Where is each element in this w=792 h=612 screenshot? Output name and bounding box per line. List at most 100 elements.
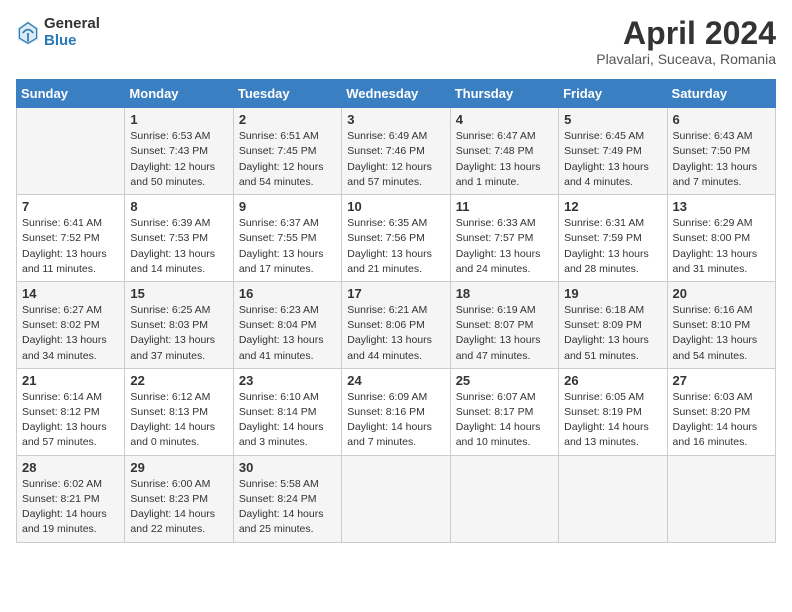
day-info: Sunrise: 5:58 AMSunset: 8:24 PMDaylight:… <box>239 477 336 538</box>
day-info: Sunrise: 6:21 AMSunset: 8:06 PMDaylight:… <box>347 303 444 364</box>
calendar-subtitle: Plavalari, Suceava, Romania <box>596 51 776 67</box>
calendar-cell: 16Sunrise: 6:23 AMSunset: 8:04 PMDayligh… <box>233 281 341 368</box>
calendar-cell: 3Sunrise: 6:49 AMSunset: 7:46 PMDaylight… <box>342 108 450 195</box>
day-number: 17 <box>347 286 444 301</box>
calendar-cell: 29 Sunrise: 6:00 AMSunset: 8:23 PMDayligh… <box>125 455 233 542</box>
week-row-2: 7 Sunrise: 6:41 AMSunset: 7:52 PMDaylight… <box>17 195 776 282</box>
day-info: Sunrise: 6:45 AMSunset: 7:49 PMDaylight:… <box>564 129 661 190</box>
calendar-cell: 25Sunrise: 6:07 AMSunset: 8:17 PMDayligh… <box>450 368 558 455</box>
calendar-cell: 18 Sunrise: 6:19 AMSunset: 8:07 PMDayligh… <box>450 281 558 368</box>
calendar-cell: 27 Sunrise: 6:03 AMSunset: 8:20 PMDayligh… <box>667 368 775 455</box>
day-info: Sunrise: 6:47 AMSunset: 7:48 PMDaylight:… <box>456 129 553 190</box>
day-number: 18 <box>456 286 553 301</box>
calendar-cell: 21 Sunrise: 6:14 AMSunset: 8:12 PMDayligh… <box>17 368 125 455</box>
day-number: 13 <box>673 199 770 214</box>
calendar-cell: 5 Sunrise: 6:45 AMSunset: 7:49 PMDaylight… <box>559 108 667 195</box>
day-number: 29 <box>130 460 227 475</box>
day-info: Sunrise: 6:35 AMSunset: 7:56 PMDaylight:… <box>347 216 444 277</box>
calendar-cell: 19 Sunrise: 6:18 AMSunset: 8:09 PMDayligh… <box>559 281 667 368</box>
day-info: Sunrise: 6:33 AMSunset: 7:57 PMDaylight:… <box>456 216 553 277</box>
day-number: 8 <box>130 199 227 214</box>
day-info: Sunrise: 6:00 AMSunset: 8:23 PMDaylight:… <box>130 477 227 538</box>
day-info: Sunrise: 6:12 AMSunset: 8:13 PMDaylight:… <box>130 390 227 451</box>
logo-text: General Blue <box>44 16 100 49</box>
week-row-3: 14Sunrise: 6:27 AMSunset: 8:02 PMDayligh… <box>17 281 776 368</box>
day-header-wednesday: Wednesday <box>342 80 450 108</box>
calendar-cell: 2Sunrise: 6:51 AMSunset: 7:45 PMDaylight… <box>233 108 341 195</box>
calendar-cell <box>342 455 450 542</box>
day-number: 30 <box>239 460 336 475</box>
calendar-cell: 8Sunrise: 6:39 AMSunset: 7:53 PMDaylight… <box>125 195 233 282</box>
day-number: 19 <box>564 286 661 301</box>
calendar-cell: 11 Sunrise: 6:33 AMSunset: 7:57 PMDayligh… <box>450 195 558 282</box>
day-info: Sunrise: 6:19 AMSunset: 8:07 PMDaylight:… <box>456 303 553 364</box>
page-header: General Blue April 2024 Plavalari, Sucea… <box>16 16 776 67</box>
calendar-cell: 14Sunrise: 6:27 AMSunset: 8:02 PMDayligh… <box>17 281 125 368</box>
day-header-row: SundayMondayTuesdayWednesdayThursdayFrid… <box>17 80 776 108</box>
day-info: Sunrise: 6:16 AMSunset: 8:10 PMDaylight:… <box>673 303 770 364</box>
day-info: Sunrise: 6:23 AMSunset: 8:04 PMDaylight:… <box>239 303 336 364</box>
day-info: Sunrise: 6:49 AMSunset: 7:46 PMDaylight:… <box>347 129 444 190</box>
day-info: Sunrise: 6:37 AMSunset: 7:55 PMDaylight:… <box>239 216 336 277</box>
day-info: Sunrise: 6:18 AMSunset: 8:09 PMDaylight:… <box>564 303 661 364</box>
calendar-cell: 24 Sunrise: 6:09 AMSunset: 8:16 PMDayligh… <box>342 368 450 455</box>
day-number: 24 <box>347 373 444 388</box>
day-number: 1 <box>130 112 227 127</box>
day-number: 4 <box>456 112 553 127</box>
week-row-4: 21 Sunrise: 6:14 AMSunset: 8:12 PMDayligh… <box>17 368 776 455</box>
calendar-cell <box>450 455 558 542</box>
calendar-cell: 28 Sunrise: 6:02 AMSunset: 8:21 PMDayligh… <box>17 455 125 542</box>
day-info: Sunrise: 6:14 AMSunset: 8:12 PMDaylight:… <box>22 390 119 451</box>
day-number: 12 <box>564 199 661 214</box>
day-number: 28 <box>22 460 119 475</box>
day-number: 27 <box>673 373 770 388</box>
day-number: 23 <box>239 373 336 388</box>
calendar-cell: 26 Sunrise: 6:05 AMSunset: 8:19 PMDayligh… <box>559 368 667 455</box>
day-info: Sunrise: 6:10 AMSunset: 8:14 PMDaylight:… <box>239 390 336 451</box>
title-block: April 2024 Plavalari, Suceava, Romania <box>596 16 776 67</box>
day-number: 6 <box>673 112 770 127</box>
day-number: 7 <box>22 199 119 214</box>
logo-blue: Blue <box>44 33 100 50</box>
day-number: 25 <box>456 373 553 388</box>
day-number: 9 <box>239 199 336 214</box>
day-number: 15 <box>130 286 227 301</box>
day-info: Sunrise: 6:03 AMSunset: 8:20 PMDaylight:… <box>673 390 770 451</box>
day-header-friday: Friday <box>559 80 667 108</box>
day-info: Sunrise: 6:53 AMSunset: 7:43 PMDaylight:… <box>130 129 227 190</box>
calendar-cell: 13 Sunrise: 6:29 AMSunset: 8:00 PMDayligh… <box>667 195 775 282</box>
day-info: Sunrise: 6:02 AMSunset: 8:21 PMDaylight:… <box>22 477 119 538</box>
day-number: 11 <box>456 199 553 214</box>
calendar-cell: 10 Sunrise: 6:35 AMSunset: 7:56 PMDayligh… <box>342 195 450 282</box>
calendar-cell: 4 Sunrise: 6:47 AMSunset: 7:48 PMDaylight… <box>450 108 558 195</box>
day-number: 2 <box>239 112 336 127</box>
day-number: 26 <box>564 373 661 388</box>
day-number: 20 <box>673 286 770 301</box>
logo-general: General <box>44 16 100 33</box>
day-header-sunday: Sunday <box>17 80 125 108</box>
calendar-cell: 9 Sunrise: 6:37 AMSunset: 7:55 PMDaylight… <box>233 195 341 282</box>
calendar-cell <box>559 455 667 542</box>
calendar-table: SundayMondayTuesdayWednesdayThursdayFrid… <box>16 79 776 542</box>
calendar-cell: 1 Sunrise: 6:53 AMSunset: 7:43 PMDaylight… <box>125 108 233 195</box>
day-info: Sunrise: 6:29 AMSunset: 8:00 PMDaylight:… <box>673 216 770 277</box>
calendar-cell: 12Sunrise: 6:31 AMSunset: 7:59 PMDayligh… <box>559 195 667 282</box>
calendar-title: April 2024 <box>596 16 776 51</box>
week-row-1: 1 Sunrise: 6:53 AMSunset: 7:43 PMDaylight… <box>17 108 776 195</box>
day-info: Sunrise: 6:05 AMSunset: 8:19 PMDaylight:… <box>564 390 661 451</box>
day-info: Sunrise: 6:41 AMSunset: 7:52 PMDaylight:… <box>22 216 119 277</box>
day-number: 22 <box>130 373 227 388</box>
calendar-cell: 6Sunrise: 6:43 AMSunset: 7:50 PMDaylight… <box>667 108 775 195</box>
calendar-cell: 17 Sunrise: 6:21 AMSunset: 8:06 PMDayligh… <box>342 281 450 368</box>
calendar-cell: 20 Sunrise: 6:16 AMSunset: 8:10 PMDayligh… <box>667 281 775 368</box>
day-header-tuesday: Tuesday <box>233 80 341 108</box>
day-number: 5 <box>564 112 661 127</box>
calendar-cell: 7 Sunrise: 6:41 AMSunset: 7:52 PMDaylight… <box>17 195 125 282</box>
calendar-cell <box>17 108 125 195</box>
day-number: 10 <box>347 199 444 214</box>
week-row-5: 28 Sunrise: 6:02 AMSunset: 8:21 PMDayligh… <box>17 455 776 542</box>
day-info: Sunrise: 6:09 AMSunset: 8:16 PMDaylight:… <box>347 390 444 451</box>
calendar-cell: 15Sunrise: 6:25 AMSunset: 8:03 PMDayligh… <box>125 281 233 368</box>
day-header-monday: Monday <box>125 80 233 108</box>
day-number: 21 <box>22 373 119 388</box>
